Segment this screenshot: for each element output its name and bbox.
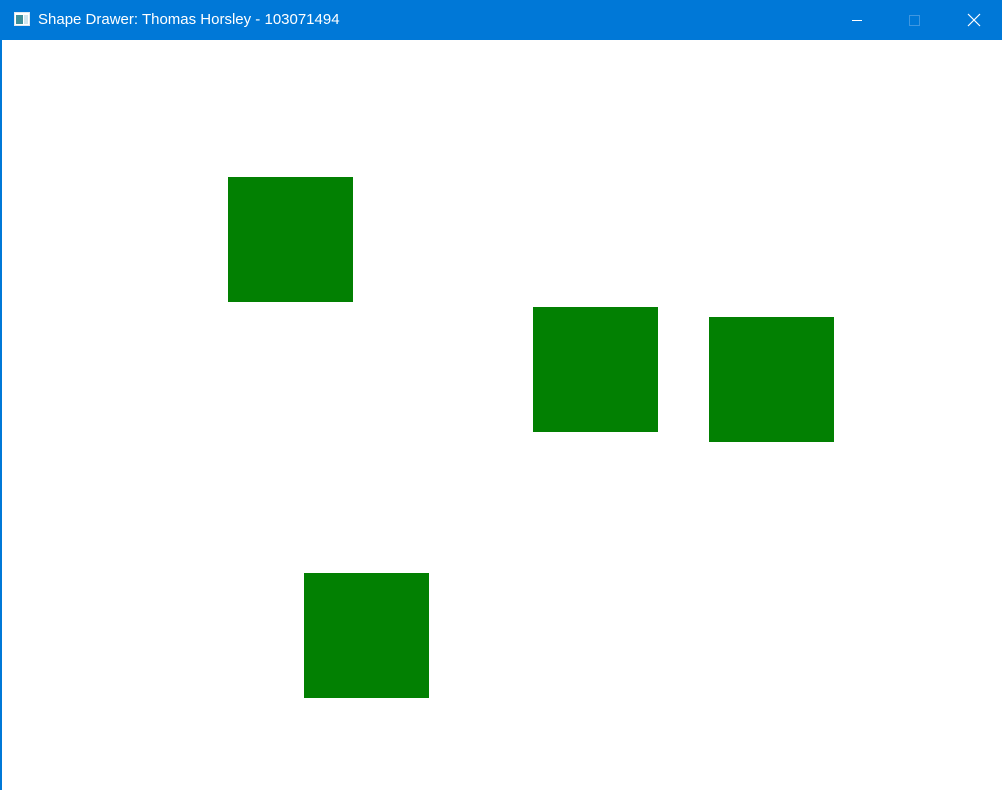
green-square-shape[interactable] — [228, 177, 353, 302]
maximize-button — [886, 0, 944, 40]
app-window: Shape Drawer: Thomas Horsley - 103071494 — [0, 0, 1002, 790]
maximize-icon — [909, 15, 920, 26]
app-icon-right-pane — [24, 15, 28, 24]
app-window-icon[interactable] — [14, 12, 30, 26]
drawing-canvas[interactable] — [2, 40, 1002, 790]
window-title: Shape Drawer: Thomas Horsley - 103071494 — [38, 11, 340, 28]
close-button[interactable] — [944, 0, 1002, 40]
green-square-shape[interactable] — [304, 573, 429, 698]
title-bar[interactable]: Shape Drawer: Thomas Horsley - 103071494 — [2, 0, 1002, 40]
app-icon-left-pane — [16, 15, 23, 24]
green-square-shape[interactable] — [709, 317, 834, 442]
minimize-button[interactable] — [828, 0, 886, 40]
close-icon — [967, 13, 981, 27]
minimize-icon — [852, 20, 862, 21]
green-square-shape[interactable] — [533, 307, 658, 432]
